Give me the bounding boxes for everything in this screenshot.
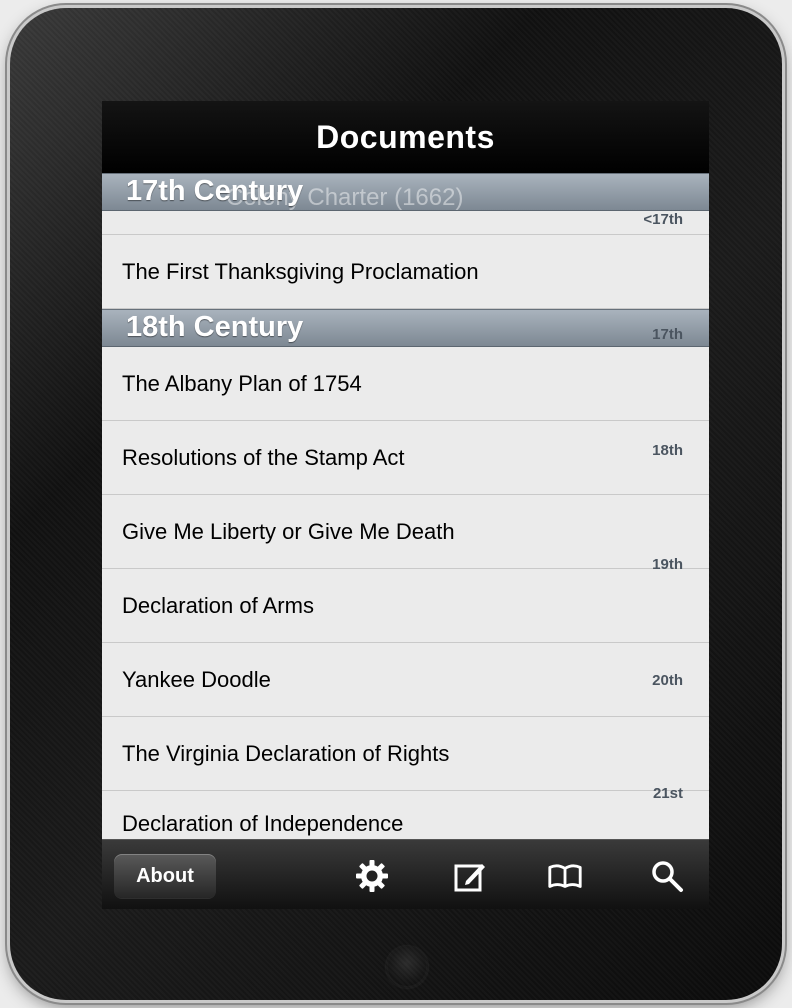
- list-item[interactable]: The First Thanksgiving Proclamation: [102, 235, 709, 309]
- list-item-partial[interactable]: [102, 211, 709, 235]
- documents-list[interactable]: Colony Charter (1662) 17th Century The F…: [102, 173, 709, 839]
- list-item-label: The First Thanksgiving Proclamation: [122, 259, 479, 284]
- section-index-bar[interactable]: <17th 17th 18th 19th 20th 21st: [621, 173, 691, 839]
- index-item-21st[interactable]: 21st: [653, 785, 683, 802]
- about-button[interactable]: About: [114, 854, 216, 898]
- search-icon[interactable]: [648, 857, 686, 895]
- list-item-label: Declaration of Arms: [122, 593, 314, 618]
- index-item-18th[interactable]: 18th: [652, 442, 683, 459]
- navigation-bar: Documents: [102, 101, 709, 173]
- list-item[interactable]: Yankee Doodle: [102, 643, 709, 717]
- app-screen: Documents Colony Charter (1662) 17th Cen…: [102, 101, 709, 909]
- index-item-before-17th[interactable]: <17th: [643, 211, 683, 228]
- list-item-label: The Virginia Declaration of Rights: [122, 741, 450, 766]
- page-title: Documents: [316, 118, 495, 155]
- list-item-label: The Albany Plan of 1754: [122, 371, 362, 396]
- list-item-label: Give Me Liberty or Give Me Death: [122, 519, 455, 544]
- list-item[interactable]: The Virginia Declaration of Rights: [102, 717, 709, 791]
- bottom-toolbar: About: [102, 839, 709, 909]
- book-icon[interactable]: [546, 857, 584, 895]
- section-header-18th-century: 18th Century: [102, 309, 709, 347]
- list-item-label: Declaration of Independence: [122, 811, 404, 836]
- index-item-19th[interactable]: 19th: [652, 556, 683, 573]
- list-item[interactable]: Declaration of Arms: [102, 569, 709, 643]
- section-header-17th-century: Colony Charter (1662) 17th Century: [102, 173, 709, 211]
- index-item-20th[interactable]: 20th: [652, 672, 683, 689]
- list-item[interactable]: Declaration of Independence: [102, 791, 709, 839]
- section-title: 17th Century: [126, 175, 304, 207]
- index-item-17th[interactable]: 17th: [652, 326, 683, 343]
- list-item-label: Resolutions of the Stamp Act: [122, 445, 405, 470]
- home-button[interactable]: [386, 946, 428, 988]
- section-title: 18th Century: [126, 311, 304, 343]
- gear-icon[interactable]: [353, 857, 391, 895]
- list-item[interactable]: Resolutions of the Stamp Act: [102, 421, 709, 495]
- list-item[interactable]: Give Me Liberty or Give Me Death: [102, 495, 709, 569]
- compose-icon[interactable]: [451, 857, 489, 895]
- list-item-label: Yankee Doodle: [122, 667, 271, 692]
- list-item[interactable]: The Albany Plan of 1754: [102, 347, 709, 421]
